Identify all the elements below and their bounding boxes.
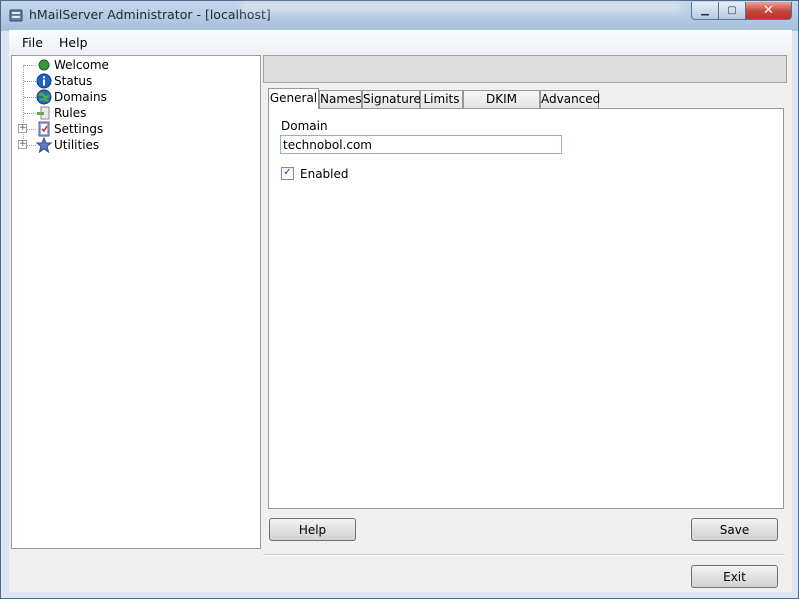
menu-file[interactable]: File [22,35,43,50]
tree-item-label: Welcome [54,58,109,72]
tab-names[interactable]: Names [319,90,362,108]
navigation-tree[interactable]: Welcome Status Domains Rules + Settings … [11,55,261,549]
expand-icon[interactable]: + [18,140,27,149]
tree-item-status[interactable]: Status [12,73,252,89]
domain-input[interactable] [280,135,562,154]
close-icon: ✕ [763,3,774,18]
checkmark-icon: ✓ [283,167,292,178]
minimize-button[interactable]: ▁ [691,2,719,20]
info-header-bar [263,55,787,83]
save-button[interactable]: Save [691,518,778,541]
tree-item-welcome[interactable]: Welcome [12,57,252,73]
title-blur [241,3,681,13]
window-title: hMailServer Administrator - [localhost] [29,7,271,22]
client-area: File Help Welcome Status Domains Rules +… [9,30,792,592]
checklist-icon [38,121,50,137]
tree-connector [24,81,36,82]
tree-item-settings[interactable]: + Settings [12,121,252,137]
app-window: hMailServer Administrator - [localhost] … [0,0,799,599]
maximize-icon: ▢ [727,5,737,16]
domain-label: Domain [281,119,328,133]
tree-item-label: Rules [54,106,87,120]
tree-item-label: Utilities [54,138,100,152]
menu-help[interactable]: Help [59,35,88,50]
tab-advanced[interactable]: Advanced [540,90,600,108]
minimize-icon: ▁ [701,5,709,16]
info-icon [36,73,52,89]
tab-limits[interactable]: Limits [420,90,463,108]
tree-connector [24,65,36,66]
tab-signature[interactable]: Signature [362,90,421,108]
globe-icon [36,89,52,105]
general-tab-panel: Domain ✓ Enabled [268,108,784,509]
tree-item-rules[interactable]: Rules [12,105,252,121]
bottom-separator [263,554,785,556]
help-button[interactable]: Help [269,518,356,541]
tree-item-utilities[interactable]: + Utilities [12,137,252,153]
enabled-checkbox[interactable]: ✓ [281,167,294,180]
tab-general[interactable]: General [268,88,319,109]
menu-bar: File Help [9,30,792,52]
tree-connector [24,113,36,114]
tree-connector [27,145,36,146]
star-icon [36,137,52,153]
hmailserver-icon [9,9,23,22]
title-bar[interactable]: hMailServer Administrator - [localhost] … [1,1,798,29]
tree-item-label: Status [54,74,93,88]
enabled-label[interactable]: Enabled [300,167,349,181]
tab-dkim-signing[interactable]: DKIM Signing [463,90,540,122]
exit-button[interactable]: Exit [691,565,778,588]
tree-connector [27,129,36,130]
close-button[interactable]: ✕ [745,2,792,20]
rules-icon [37,106,50,120]
tree-item-domains[interactable]: Domains [12,89,252,105]
tree-connector [24,97,36,98]
tree-item-label: Settings [54,122,104,136]
tree-item-label: Domains [54,90,107,104]
maximize-button[interactable]: ▢ [718,2,746,20]
expand-icon[interactable]: + [18,124,27,133]
green-dot-icon [38,59,50,71]
